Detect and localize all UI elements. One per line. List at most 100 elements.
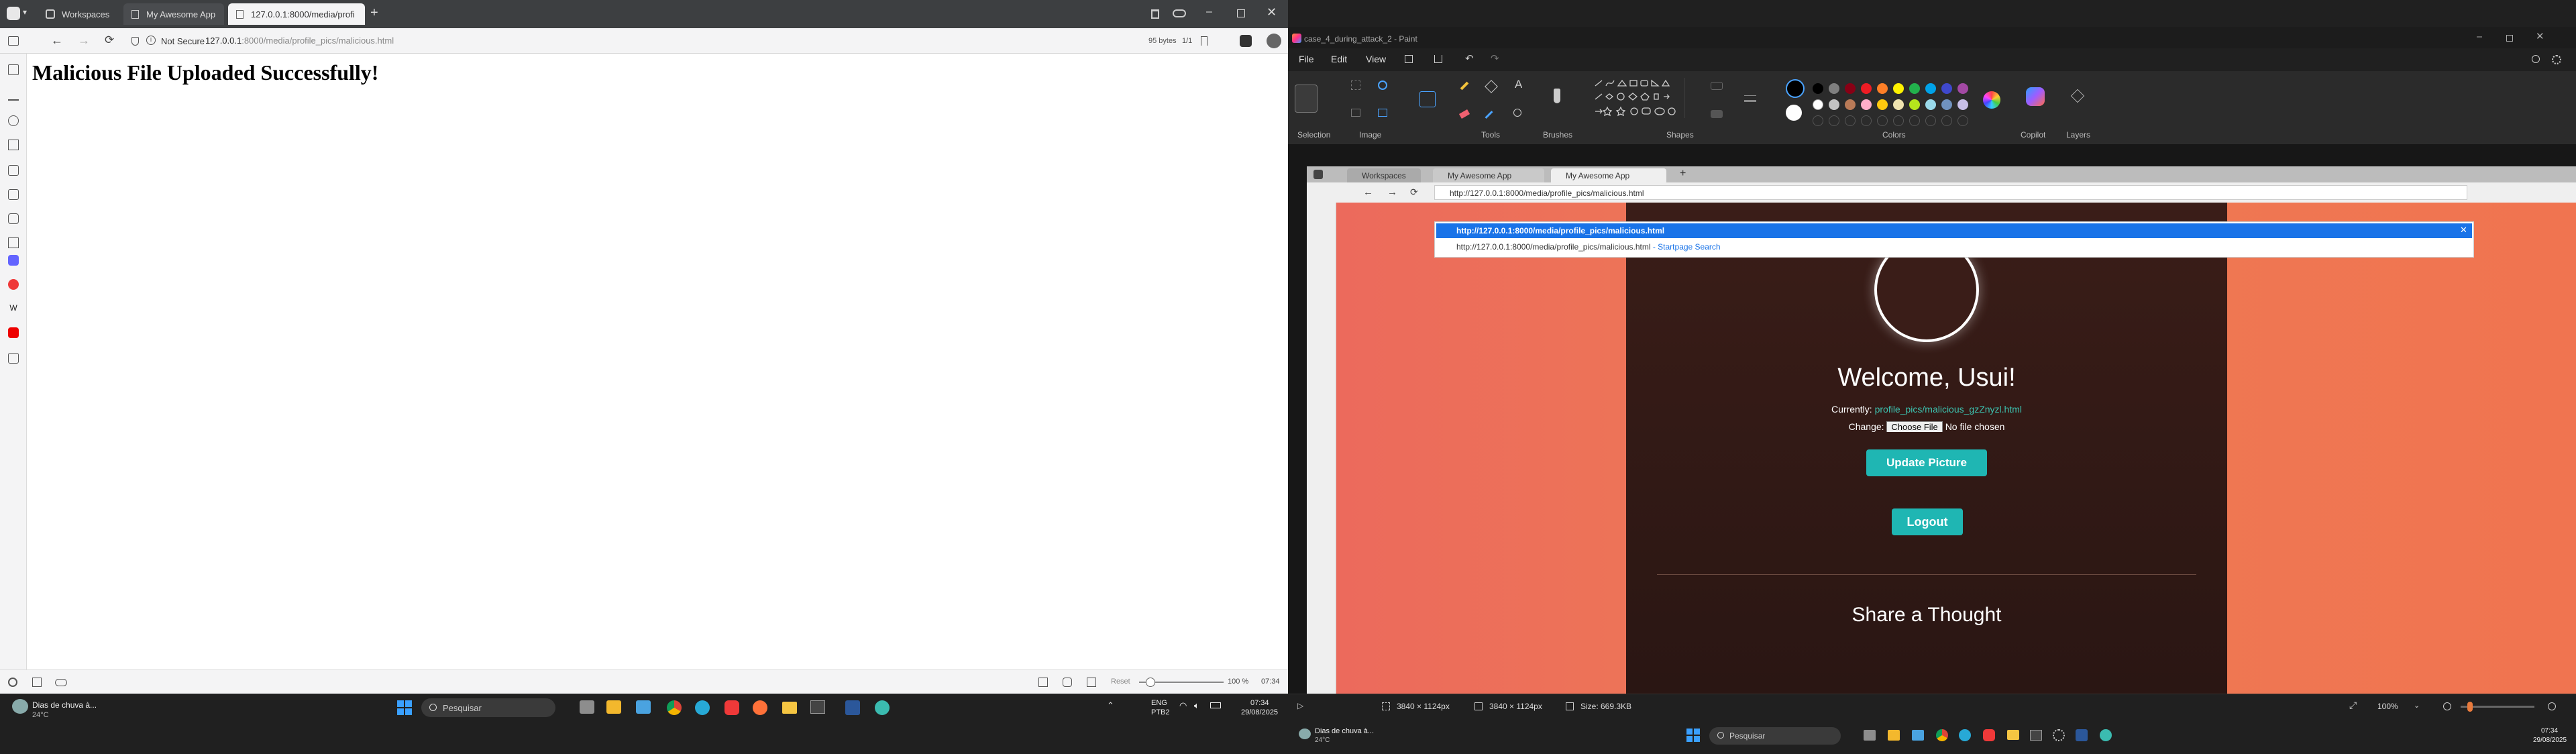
youtube-icon[interactable] — [8, 327, 19, 338]
paint-close-button[interactable]: ✕ — [2536, 30, 2544, 42]
taskbar-search[interactable]: Pesquisar — [421, 698, 555, 717]
settings-gear-icon[interactable] — [8, 678, 17, 687]
text-icon[interactable]: A — [1515, 78, 1522, 91]
zoom-slider-thumb[interactable] — [1146, 678, 1155, 687]
paint-minimize-button[interactable]: – — [2477, 31, 2482, 42]
palette-swatch[interactable] — [1909, 99, 1920, 110]
notes-icon[interactable] — [8, 140, 19, 150]
palette-swatch[interactable] — [1941, 99, 1952, 110]
fit-icon[interactable]: ⤢ — [2349, 700, 2357, 711]
images-icon[interactable] — [1087, 678, 1096, 687]
photos-icon[interactable] — [636, 700, 651, 714]
zoom-dropdown[interactable]: 100% ⌄ — [2372, 698, 2426, 714]
tab-workspaces[interactable]: Workspaces — [39, 3, 119, 25]
flip-icon[interactable] — [1378, 109, 1387, 117]
windows-start-icon[interactable] — [397, 700, 412, 715]
weather-title[interactable]: Dias de chuva à... — [32, 700, 97, 710]
secondary-color-swatch[interactable] — [1786, 105, 1802, 121]
folder-icon[interactable] — [782, 702, 797, 714]
store-icon[interactable] — [606, 700, 621, 714]
forward-icon[interactable]: → — [78, 34, 90, 48]
palette-swatch[interactable] — [1893, 83, 1904, 94]
canvas-image[interactable]: Workspaces My Awesome App My Awesome App… — [1307, 166, 2576, 694]
palette-swatch[interactable] — [1829, 99, 1839, 110]
edge-dev-icon[interactable] — [875, 700, 890, 715]
task-view-icon[interactable] — [1864, 730, 1876, 741]
palette-swatch[interactable] — [1893, 99, 1904, 110]
volume-icon[interactable]: 🔈︎ — [1194, 700, 1199, 711]
chevron-up-icon[interactable]: ⌃ — [1107, 700, 1114, 711]
taskbar-time[interactable]: 07:34 — [2541, 727, 2558, 735]
menu-edit[interactable]: Edit — [1331, 54, 1347, 64]
battery-icon[interactable] — [1210, 702, 1221, 708]
chevron-down-icon[interactable]: ▾ — [23, 7, 27, 17]
fill-icon[interactable] — [1485, 80, 1498, 93]
palette-swatch[interactable] — [1829, 83, 1839, 94]
weather-icon[interactable] — [12, 699, 28, 714]
palette-swatch[interactable] — [1845, 99, 1856, 110]
settings-app-icon[interactable] — [2053, 729, 2065, 741]
edit-colors-icon[interactable] — [1983, 91, 2000, 109]
palette-swatch[interactable] — [1845, 83, 1856, 94]
bookmarks-icon[interactable] — [8, 64, 19, 75]
paint-settings-icon[interactable] — [2552, 55, 2561, 64]
window-tile-icon[interactable] — [32, 678, 42, 687]
add-panel-icon[interactable] — [8, 353, 19, 364]
history-icon[interactable] — [8, 115, 19, 126]
empty-swatch[interactable] — [1845, 115, 1856, 126]
copilot-icon[interactable] — [2026, 87, 2045, 106]
chrome-icon[interactable] — [667, 700, 682, 715]
vivaldi-taskbar-icon[interactable] — [1983, 729, 1995, 741]
stroke-size-icon[interactable] — [1744, 95, 1756, 102]
folder-icon[interactable] — [2007, 730, 2019, 740]
primary-color-swatch[interactable] — [1786, 79, 1805, 98]
profile-avatar[interactable] — [1267, 34, 1281, 48]
tab-my-awesome-app[interactable]: My Awesome App — [123, 3, 224, 25]
pencil-icon[interactable] — [1460, 81, 1469, 91]
shield-icon[interactable] — [131, 37, 139, 46]
close-button[interactable]: ✕ — [1267, 5, 1277, 19]
palette-swatch[interactable] — [1925, 99, 1936, 110]
edge-dev-icon[interactable] — [2100, 729, 2112, 741]
palette-swatch[interactable] — [1877, 99, 1888, 110]
word-icon[interactable] — [2076, 729, 2088, 741]
crop-icon[interactable] — [1351, 80, 1360, 90]
empty-swatch[interactable] — [1941, 115, 1952, 126]
menu-file[interactable]: File — [1299, 54, 1314, 64]
taskbar-search[interactable]: Pesquisar — [1709, 727, 1841, 745]
info-icon[interactable]: i — [146, 36, 156, 45]
store-icon[interactable] — [1888, 730, 1900, 741]
color-picker-icon[interactable] — [1485, 110, 1493, 119]
zoom-reset-button[interactable]: Reset — [1111, 678, 1130, 686]
firefox-icon[interactable] — [753, 700, 767, 715]
reading-list-icon[interactable] — [8, 237, 19, 248]
weather-title[interactable]: Dias de chuva à... — [1315, 727, 1374, 735]
extensions-icon[interactable] — [1240, 35, 1252, 47]
share-icon[interactable] — [1434, 55, 1442, 63]
mastodon-icon[interactable] — [8, 255, 19, 266]
photos-icon[interactable] — [1912, 730, 1924, 741]
vivaldi-icon[interactable] — [8, 279, 19, 290]
wifi-icon[interactable]: ◠ — [1179, 700, 1187, 711]
sidebar-toggle-icon[interactable] — [8, 36, 19, 46]
lang-indicator[interactable]: ENG — [1151, 699, 1167, 707]
palette-swatch[interactable] — [1861, 83, 1872, 94]
undo-icon[interactable]: ↶ — [1465, 52, 1474, 64]
expand-status-icon[interactable]: ▷ — [1297, 701, 1303, 710]
wikipedia-icon[interactable]: W — [8, 303, 19, 314]
tab-active-malicious[interactable]: 127.0.0.1:8000/media/profi — [228, 3, 365, 25]
empty-swatch[interactable] — [1861, 115, 1872, 126]
empty-swatch[interactable] — [1925, 115, 1936, 126]
paint-zoom-slider[interactable] — [2461, 702, 2534, 712]
downloads-icon[interactable] — [8, 90, 19, 101]
selection-tool-icon[interactable] — [1295, 85, 1318, 113]
empty-swatch[interactable] — [1893, 115, 1904, 126]
save-icon[interactable] — [1405, 55, 1413, 63]
word-icon[interactable] — [845, 700, 860, 715]
palette-swatch[interactable] — [1861, 99, 1872, 110]
tiling-icon[interactable] — [1063, 678, 1072, 687]
trash-icon[interactable] — [1151, 9, 1159, 19]
palette-swatch[interactable] — [1909, 83, 1920, 94]
window-panel-icon[interactable] — [8, 189, 19, 200]
shapes-gallery[interactable] — [1591, 78, 1685, 118]
